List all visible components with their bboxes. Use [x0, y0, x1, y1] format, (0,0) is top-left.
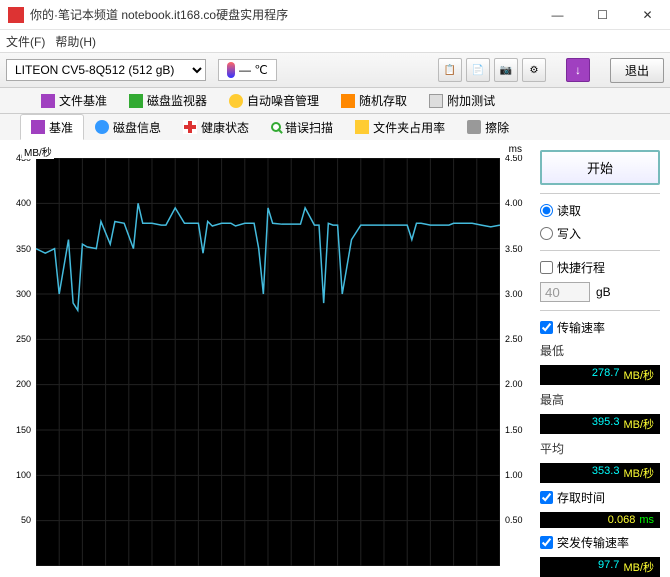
- short-stroke-input[interactable]: [540, 282, 590, 302]
- trash-icon: [467, 120, 481, 134]
- tab-health[interactable]: 健康状态: [172, 114, 260, 140]
- toolbar: LITEON CV5-8Q512 (512 gB) — ℃ 📋 📄 📷 ⚙ ↓ …: [0, 52, 670, 88]
- speaker-icon: [229, 94, 243, 108]
- write-radio[interactable]: 写入: [540, 225, 660, 242]
- app-icon: [8, 7, 24, 23]
- max-label: 最高: [540, 391, 660, 408]
- tab-aam[interactable]: 自动噪音管理: [218, 88, 330, 113]
- menu-bar: 文件(F) 帮助(H): [0, 30, 670, 52]
- random-icon: [341, 94, 355, 108]
- tab-benchmark[interactable]: 基准: [20, 114, 84, 140]
- close-button[interactable]: ✕: [625, 0, 670, 30]
- y-axis-right-label: ms: [507, 144, 524, 155]
- transfer-rate-checkbox[interactable]: 传输速率: [540, 319, 660, 336]
- drive-select[interactable]: LITEON CV5-8Q512 (512 gB): [6, 59, 206, 81]
- minimize-button[interactable]: —: [535, 0, 580, 30]
- transfer-rate-line: [36, 158, 500, 566]
- window-title: 你的·笔记本频道 notebook.it168.co硬盘实用程序: [30, 6, 535, 23]
- tab-folder-usage[interactable]: 文件夹占用率: [344, 114, 456, 140]
- options-button[interactable]: ⚙: [522, 58, 546, 82]
- min-label: 最低: [540, 342, 660, 359]
- exit-button[interactable]: 退出: [610, 58, 664, 83]
- temperature-value: — ℃: [239, 63, 268, 77]
- tab-file-benchmark[interactable]: 文件基准: [30, 88, 118, 113]
- short-stroke-checkbox[interactable]: 快捷行程: [540, 259, 660, 276]
- max-value: 395.3MB/秒: [540, 414, 660, 434]
- access-time-checkbox[interactable]: 存取时间: [540, 489, 660, 506]
- y-axis-left-label: MB/秒: [22, 144, 54, 159]
- benchmark-icon: [31, 120, 45, 134]
- extra-icon: [429, 94, 443, 108]
- tab-disk-monitor[interactable]: 磁盘监视器: [118, 88, 218, 113]
- folder-icon: [355, 120, 369, 134]
- benchmark-icon: [41, 94, 55, 108]
- avg-label: 平均: [540, 440, 660, 457]
- y-ticks-right: 4.50 4.00 3.50 3.00 2.50 2.00 1.50 1.00 …: [502, 158, 528, 566]
- copy-info-button[interactable]: 📄: [466, 58, 490, 82]
- menu-file[interactable]: 文件(F): [6, 33, 45, 50]
- monitor-icon: [129, 94, 143, 108]
- title-bar: 你的·笔记本频道 notebook.it168.co硬盘实用程序 — ☐ ✕: [0, 0, 670, 30]
- copy-text-button[interactable]: 📋: [438, 58, 462, 82]
- info-icon: [95, 120, 109, 134]
- tab-extra-tests[interactable]: 附加测试: [418, 88, 506, 113]
- access-value: 0.068ms: [540, 512, 660, 528]
- download-button[interactable]: ↓: [566, 58, 590, 82]
- main-area: MB/秒 ms 450 400 350 300 250 200 150 100 …: [0, 140, 670, 576]
- tab-disk-info[interactable]: 磁盘信息: [84, 114, 172, 140]
- tab-row-upper: 文件基准 磁盘监视器 自动噪音管理 随机存取 附加测试: [0, 88, 670, 114]
- side-panel: 开始 读取 写入 快捷行程 gB 传输速率 最低 278.7MB/秒 最高 39…: [530, 140, 670, 576]
- health-icon: [183, 120, 197, 134]
- thermometer-icon: [227, 62, 235, 78]
- gb-label: gB: [596, 285, 611, 299]
- tab-erase[interactable]: 擦除: [456, 114, 520, 140]
- burst-value: 97.7MB/秒: [540, 557, 660, 577]
- min-value: 278.7MB/秒: [540, 365, 660, 385]
- burst-rate-checkbox[interactable]: 突发传输速率: [540, 534, 660, 551]
- maximize-button[interactable]: ☐: [580, 0, 625, 30]
- screenshot-button[interactable]: 📷: [494, 58, 518, 82]
- start-button[interactable]: 开始: [540, 150, 660, 185]
- menu-help[interactable]: 帮助(H): [55, 33, 96, 50]
- tab-error-scan[interactable]: 错误扫描: [260, 114, 344, 140]
- read-radio[interactable]: 读取: [540, 202, 660, 219]
- temperature-display: — ℃: [218, 59, 277, 81]
- benchmark-chart: MB/秒 ms 450 400 350 300 250 200 150 100 …: [0, 140, 530, 576]
- avg-value: 353.3MB/秒: [540, 463, 660, 483]
- magnifier-icon: [271, 122, 281, 132]
- tab-row-lower: 基准 磁盘信息 健康状态 错误扫描 文件夹占用率 擦除: [0, 114, 670, 140]
- chart-plot-area: [36, 158, 500, 566]
- tab-random-access[interactable]: 随机存取: [330, 88, 418, 113]
- y-ticks-left: 450 400 350 300 250 200 150 100 50: [6, 158, 34, 566]
